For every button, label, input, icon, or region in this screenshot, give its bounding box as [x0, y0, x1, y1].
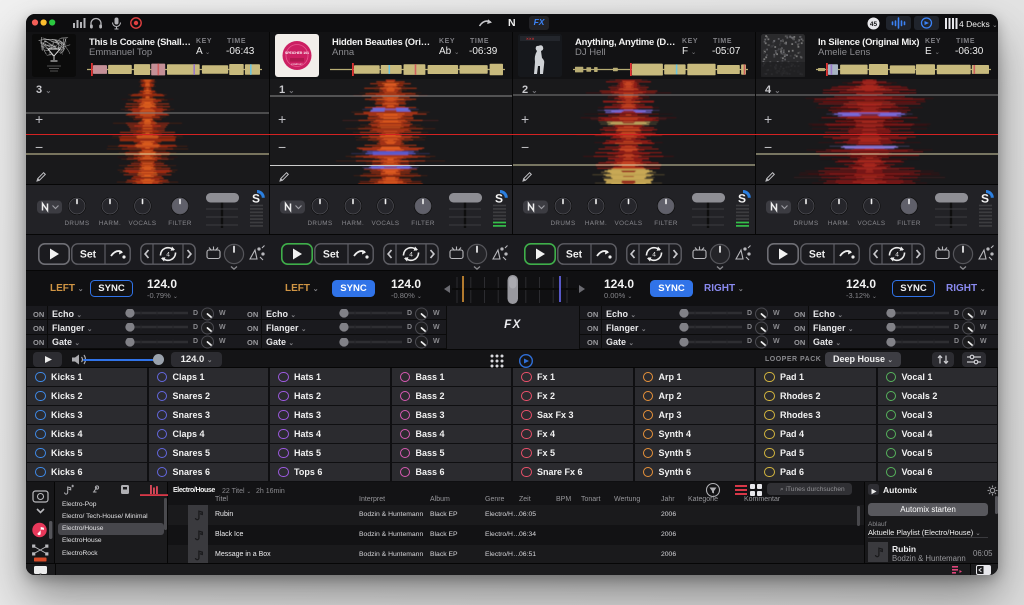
svg-text:FILTER: FILTER [168, 220, 192, 227]
svg-text:HARM.: HARM. [828, 220, 850, 227]
svg-text:HARM.: HARM. [342, 220, 364, 227]
svg-text:S: S [252, 192, 260, 206]
svg-text:S: S [981, 192, 989, 206]
svg-text:4: 4 [409, 252, 413, 259]
svg-text:4: 4 [652, 252, 656, 259]
svg-text:4: 4 [895, 252, 899, 259]
svg-text:Set: Set [323, 249, 340, 261]
svg-text:SPEICHER 101: SPEICHER 101 [285, 51, 309, 55]
svg-text:VOCALS: VOCALS [615, 220, 643, 227]
svg-text:Set: Set [566, 249, 583, 261]
svg-text:S: S [738, 192, 746, 206]
svg-text:✕✕✕: ✕✕✕ [526, 37, 535, 41]
svg-text:S: S [495, 192, 503, 206]
svg-text:FILTER: FILTER [654, 220, 678, 227]
svg-text:DRUMS: DRUMS [307, 220, 332, 227]
svg-text:DRUMS: DRUMS [64, 220, 89, 227]
svg-text:KOMPAKT: KOMPAKT [291, 63, 303, 66]
svg-text:45: 45 [870, 21, 878, 28]
svg-text:Set: Set [80, 249, 97, 261]
svg-text:FILTER: FILTER [411, 220, 435, 227]
svg-text:VOCALS: VOCALS [372, 220, 400, 227]
svg-text:Set: Set [809, 249, 826, 261]
svg-text:HARM.: HARM. [585, 220, 607, 227]
svg-text:DRUMS: DRUMS [793, 220, 818, 227]
svg-text:DRUMS: DRUMS [550, 220, 575, 227]
svg-text:FILTER: FILTER [897, 220, 921, 227]
svg-text:VOCALS: VOCALS [858, 220, 886, 227]
svg-text:4: 4 [166, 252, 170, 259]
svg-text:HARM.: HARM. [99, 220, 121, 227]
svg-text:VOCALS: VOCALS [129, 220, 157, 227]
